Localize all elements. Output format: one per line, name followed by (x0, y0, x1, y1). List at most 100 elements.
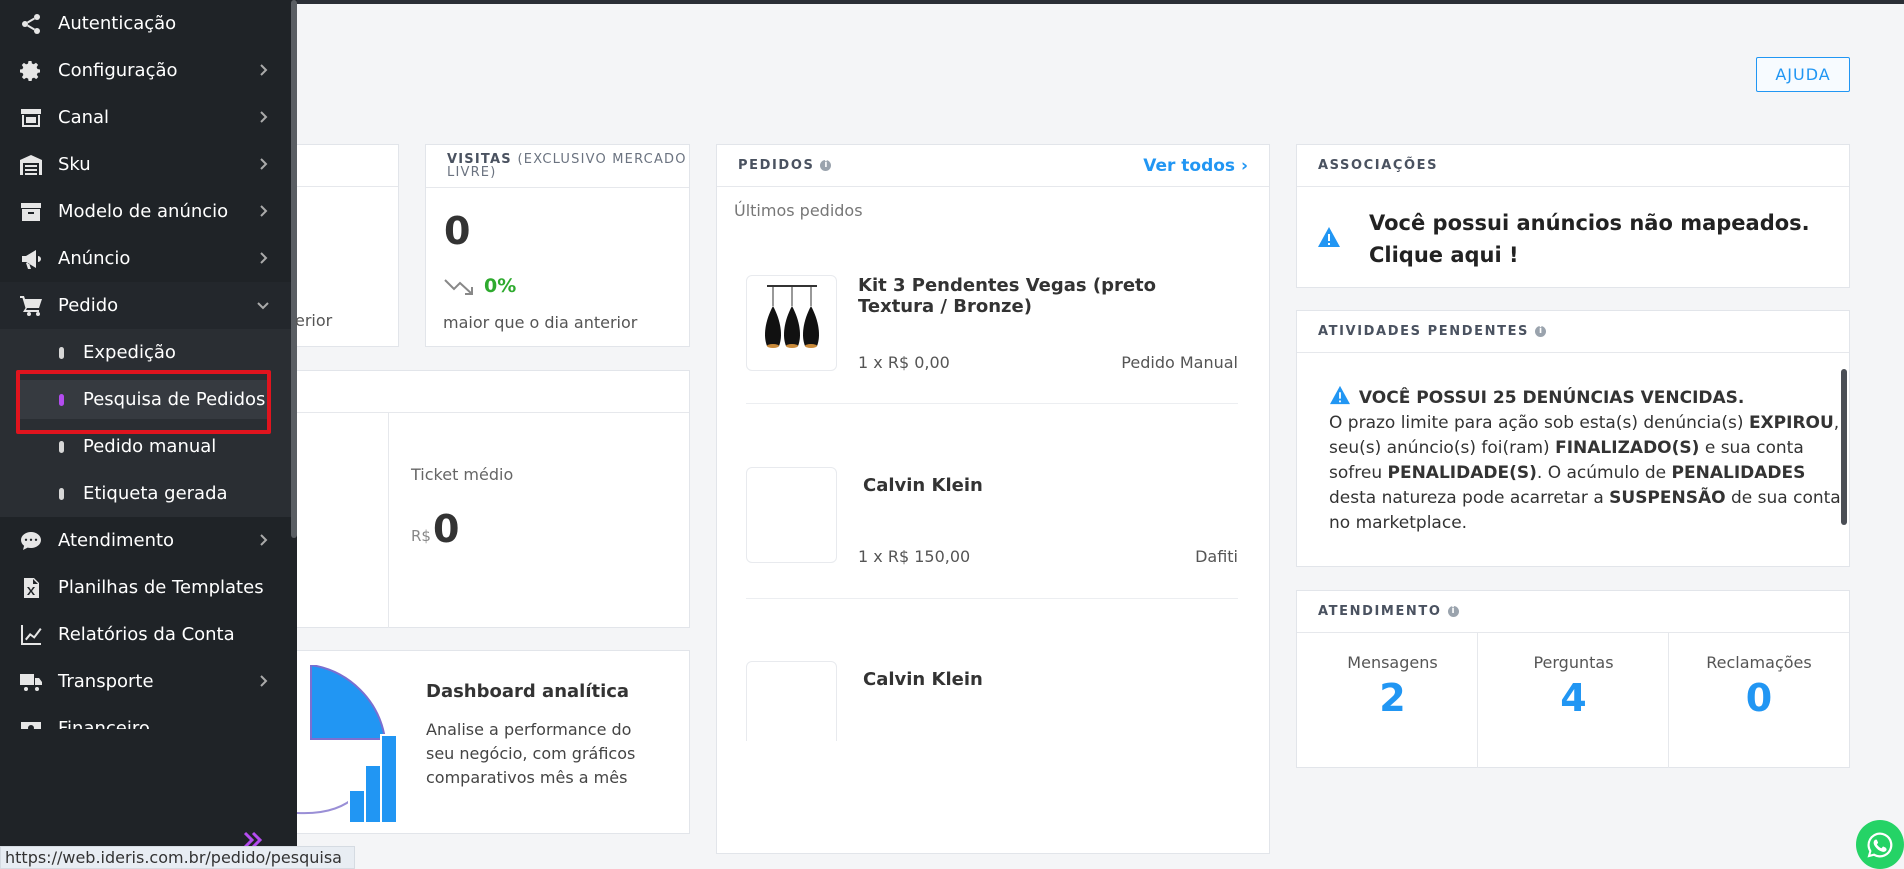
bold-segment: EXPIROU (1748, 413, 1834, 433)
sidebar-item-anuncio[interactable]: Anúncio (0, 235, 297, 282)
atividades-scrollbar[interactable] (1841, 369, 1847, 525)
order-item[interactable]: Kit 3 Pendentes Vegas (preto Textura / B… (746, 275, 1238, 375)
dashboard-analitica-card[interactable]: Dashboard analítica Analise a performanc… (297, 650, 690, 834)
product-thumbnail (746, 275, 837, 371)
visitas-percent: 0% (484, 275, 517, 297)
chevron-right-icon (255, 109, 271, 125)
atendimento-mensagens[interactable]: Mensagens 2 (1297, 633, 1488, 768)
bold-segment: PENALIDADES (1671, 463, 1806, 483)
ticket-medio-label: Ticket médio (411, 465, 514, 484)
atendimento-count: 4 (1560, 676, 1587, 720)
order-source: Dafiti (1195, 547, 1238, 566)
help-button[interactable]: AJUDA (1756, 57, 1850, 92)
warning-icon (1317, 225, 1341, 257)
chevron-down-icon (255, 297, 271, 313)
bold-segment: SUSPENSÃO (1609, 488, 1726, 508)
sidebar-item-pedido[interactable]: Pedido (0, 282, 297, 329)
visitas-compare-text: maior que o dia anterior (443, 313, 638, 332)
megaphone-icon (18, 246, 44, 272)
truck-icon (18, 669, 44, 695)
bullet-dot (59, 440, 64, 453)
atendimento-card: ATENDIMENTO i Mensagens 2 Perguntas 4 Re… (1296, 590, 1850, 768)
sidebar-item-label: Modelo de anúncio (58, 201, 229, 222)
atividades-message: VOCÊ POSSUI 25 DENÚNCIAS VENCIDAS. O pra… (1329, 385, 1849, 536)
submenu-item-label: Pedido manual (83, 436, 217, 457)
associacoes-alert[interactable]: Você possui anúncios não mapeados. Cliqu… (1317, 207, 1810, 271)
sidebar-item-financeiro[interactable]: Financeiro (0, 705, 297, 729)
sidebar-item-atendimento[interactable]: Atendimento (0, 517, 297, 564)
sidebar-item-label: Atendimento (58, 530, 175, 551)
bold-segment: FINALIZADO(S) (1555, 438, 1700, 458)
archive-icon (18, 199, 44, 225)
sidebar-item-label: Transporte (58, 671, 154, 692)
dashboard-title: Dashboard analítica (426, 681, 630, 702)
visitas-value: 0 (444, 209, 471, 253)
ultimos-pedidos-label: Últimos pedidos (734, 201, 863, 220)
atendimento-label: Mensagens (1347, 653, 1438, 672)
order-quantity-price: 1 x R$ 150,00 (858, 547, 971, 566)
chevron-right-icon (255, 673, 271, 689)
info-icon[interactable]: i (1447, 606, 1459, 617)
ticket-value: 0 (433, 507, 460, 551)
text-segment: desta natureza pode acarretar a (1329, 488, 1610, 508)
bullet-dot (59, 487, 64, 500)
sidebar-item-modelo-de-anuncio[interactable]: Modelo de anúncio (0, 188, 297, 235)
text-segment: . O acúmulo de (1536, 463, 1672, 483)
warning-icon (1329, 385, 1353, 405)
ticket-medio-section: Ticket médio R$ 0 (389, 413, 689, 628)
associacoes-line-1: Você possui anúncios não mapeados. (1369, 211, 1810, 235)
excel-file-icon (18, 575, 44, 601)
atendimento-label: Perguntas (1533, 653, 1614, 672)
sidebar-item-configuracao[interactable]: Configuração (0, 47, 297, 94)
chevron-right-icon (255, 203, 271, 219)
atendimento-reclamacoes[interactable]: Reclamações 0 (1669, 633, 1849, 768)
associacoes-card: ASSOCIAÇÕES Você possui anúncios não map… (1296, 144, 1850, 288)
submenu-item-expedicao[interactable]: Expedição (0, 329, 297, 376)
pedidos-card: PEDIDOS i Ver todos › Últimos pedidos Ki… (716, 144, 1270, 854)
info-icon[interactable]: i (820, 160, 832, 171)
money-icon (18, 715, 44, 729)
atividades-header: ATIVIDADES PENDENTES i (1297, 311, 1849, 353)
associacoes-line-2[interactable]: Clique aqui ! (1369, 239, 1810, 271)
atividades-title: ATIVIDADES PENDENTES (1318, 324, 1530, 339)
cart-icon (18, 293, 44, 319)
info-icon[interactable]: i (1535, 326, 1547, 337)
chevron-right-icon (255, 62, 271, 78)
sidebar-item-relatorios-da-conta[interactable]: Relatórios da Conta (0, 611, 297, 658)
order-item[interactable]: Calvin Klein 1 x R$ 150,00 Dafiti (746, 467, 1238, 567)
visitas-card: VISITAS (EXCLUSIVO MERCADO LIVRE) 0 0% m… (425, 144, 690, 347)
order-product-name: Calvin Klein (863, 475, 983, 496)
chat-icon (18, 528, 44, 554)
ticket-currency: R$ (411, 527, 431, 545)
sidebar: Autenticação Configuração Canal Sku Mode… (0, 0, 297, 869)
atendimento-perguntas[interactable]: Perguntas 4 (1478, 633, 1669, 768)
ver-todos-label: Ver todos (1143, 156, 1236, 176)
submenu-item-etiqueta-gerada[interactable]: Etiqueta gerada (0, 470, 297, 517)
atendimento-count: 0 (1745, 676, 1773, 720)
share-icon (18, 11, 44, 37)
associacoes-header: ASSOCIAÇÕES (1297, 145, 1849, 187)
analytics-illustration (297, 663, 407, 825)
store-icon (18, 105, 44, 131)
status-bar-url: https://web.ideris.com.br/pedido/pesquis… (0, 846, 355, 869)
sidebar-item-label: Anúncio (58, 248, 131, 269)
atividades-headline: VOCÊ POSSUI 25 DENÚNCIAS VENCIDAS. (1329, 385, 1849, 411)
product-thumbnail (746, 467, 837, 563)
order-quantity-price: 1 x R$ 0,00 (858, 353, 950, 372)
highlight-annotation-box (16, 370, 271, 434)
sidebar-item-label: Pedido (58, 295, 119, 316)
list-fade-mask (717, 741, 1269, 853)
sidebar-item-label: Configuração (58, 60, 178, 81)
atividades-headline-text: VOCÊ POSSUI 25 DENÚNCIAS VENCIDAS. (1358, 388, 1745, 408)
sidebar-item-planilhas-de-templates[interactable]: Planilhas de Templates (0, 564, 297, 611)
ver-todos-link[interactable]: Ver todos › (1143, 156, 1248, 176)
sidebar-item-transporte[interactable]: Transporte (0, 658, 297, 705)
text-segment: O prazo limite para ação sob esta(s) den… (1329, 413, 1749, 433)
chevron-right-icon (255, 250, 271, 266)
sidebar-item-sku[interactable]: Sku (0, 141, 297, 188)
sidebar-item-autenticacao[interactable]: Autenticação (0, 0, 297, 47)
submenu-item-label: Etiqueta gerada (83, 483, 228, 504)
atendimento-label: Reclamações (1706, 653, 1812, 672)
whatsapp-icon[interactable] (1856, 820, 1904, 869)
sidebar-item-canal[interactable]: Canal (0, 94, 297, 141)
